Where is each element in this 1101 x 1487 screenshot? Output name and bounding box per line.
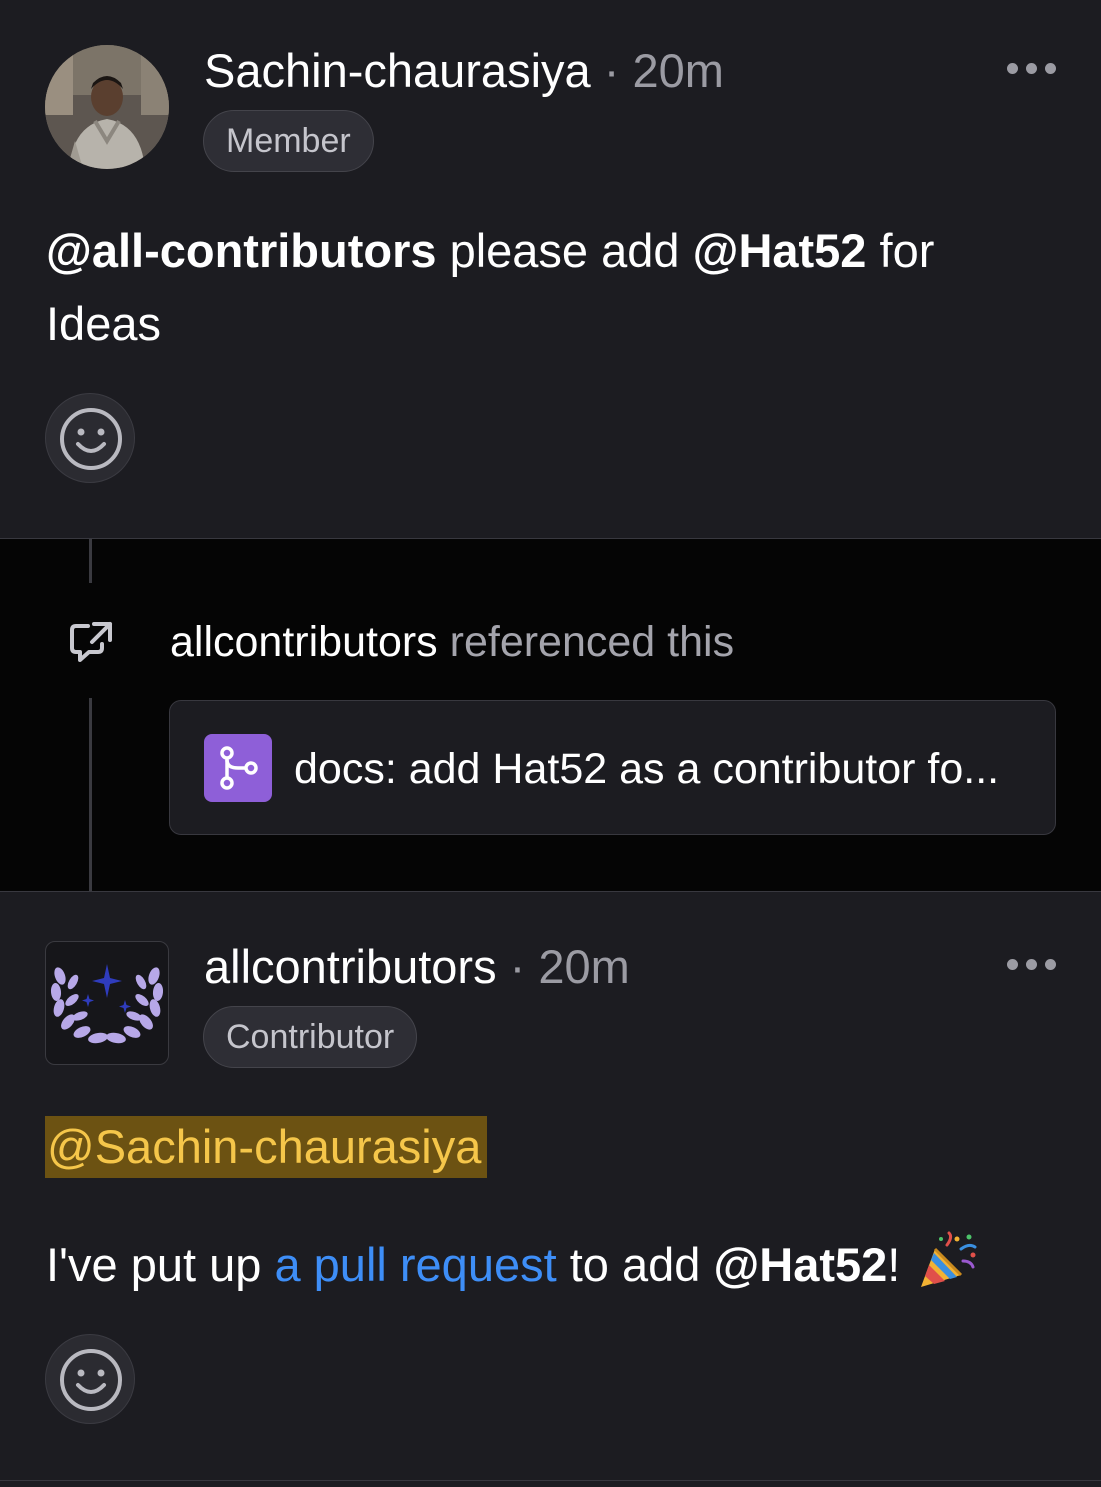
divider [0,1480,1101,1481]
role-badge: Contributor [203,1006,418,1068]
timeline-line [89,539,92,583]
reference-title: docs: add Hat52 as a contributor fo... [294,745,1000,793]
more-options-icon[interactable] [1007,63,1057,75]
cross-reference-icon [68,620,114,666]
body-text: please add [436,224,693,277]
comment-sachin: Sachin-chaurasiya · 20m Member @all-cont… [0,0,1101,538]
add-reaction-button[interactable] [45,393,135,483]
timestamp: 20m [538,940,630,993]
smiley-icon [60,1349,122,1411]
author-name[interactable]: Sachin-chaurasiya [204,44,591,97]
comment-header: Sachin-chaurasiya · 20m [204,43,724,99]
add-reaction-button[interactable] [45,1334,135,1424]
party-popper-icon [921,1231,977,1287]
more-options-icon[interactable] [1007,959,1057,971]
role-badge: Member [203,110,374,172]
separator-dot: · [509,940,526,993]
event-actor[interactable]: allcontributors [170,618,438,666]
comment-body: @all-contributors please add @Hat52 for … [46,214,1056,360]
separator-dot: · [603,44,620,97]
bot-avatar[interactable] [45,941,169,1065]
reference-card[interactable]: docs: add Hat52 as a contributor fo... [169,700,1056,835]
highlighted-mention[interactable]: @Sachin-chaurasiya [45,1116,488,1178]
timestamp: 20m [632,44,724,97]
body-text: to add [556,1238,714,1291]
body-text: ! [887,1238,914,1291]
mention-link[interactable]: @Hat52 [713,1238,887,1291]
comment-header: allcontributors · 20m [204,939,630,995]
user-avatar[interactable] [45,45,169,169]
mention-link[interactable]: @Hat52 [693,224,867,277]
author-name[interactable]: allcontributors [204,940,497,993]
pull-request-icon [204,734,272,802]
smiley-icon [60,408,122,470]
event-action: referenced this [437,618,735,666]
pull-request-link[interactable]: a pull request [274,1238,556,1291]
event-description: allcontributors referenced this [170,614,734,670]
body-text: I've put up [46,1238,275,1291]
timeline-line [89,698,92,892]
comment-body: I've put up a pull request to add @Hat52… [46,1228,1056,1301]
mention-link[interactable]: @all-contributors [46,224,437,277]
